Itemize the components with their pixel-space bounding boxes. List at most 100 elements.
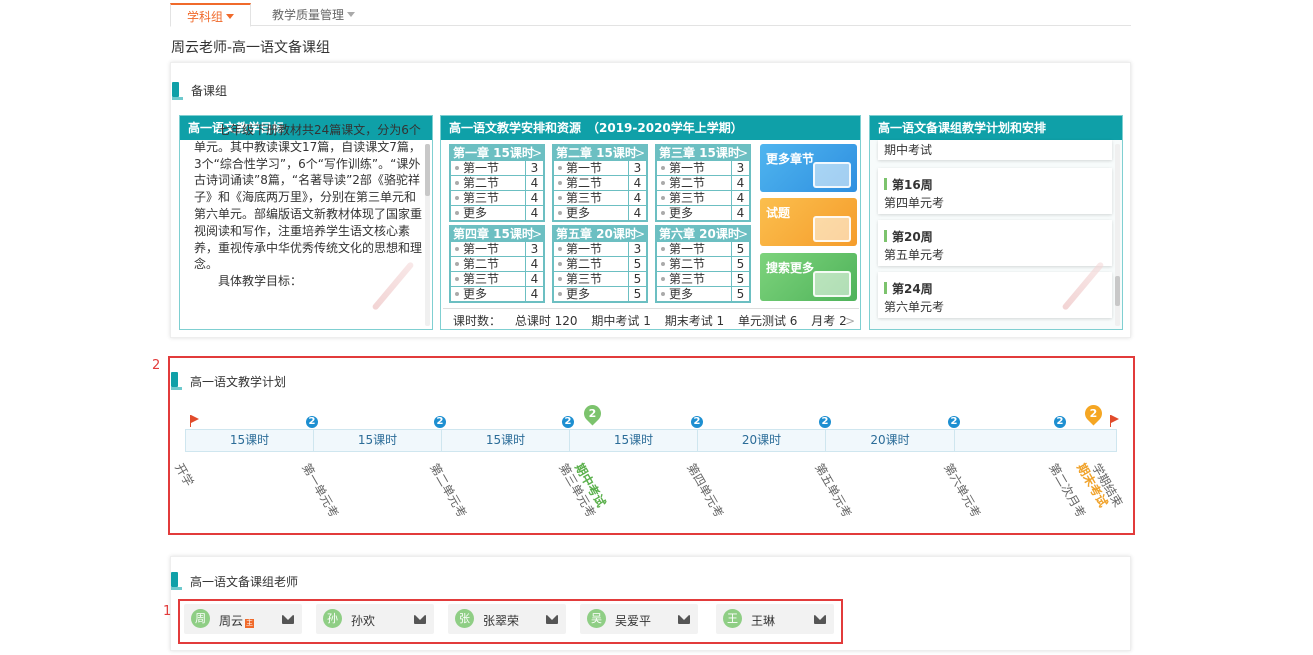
timeline-segment: 15课时 <box>186 430 314 451</box>
chapter-section-row[interactable]: 第三节 4 <box>451 191 543 205</box>
chapter-section-row[interactable]: 更多 5 <box>657 287 749 301</box>
bullet-icon <box>661 277 665 281</box>
chapter-section-row[interactable]: 第二节 4 <box>451 257 543 271</box>
mail-icon[interactable] <box>814 615 826 624</box>
plan-item[interactable]: 期中考试 <box>878 140 1112 160</box>
stats-label: 课时数： <box>453 314 502 328</box>
chapter-section-row[interactable]: 第一节 3 <box>657 161 749 175</box>
chevron-right-icon: > <box>634 227 645 241</box>
teacher-card[interactable]: 孙孙欢 <box>316 604 434 634</box>
teacher-card[interactable]: 王王琳 <box>716 604 834 634</box>
chapter-block[interactable]: 第二章 15课时 > 第一节 3 第二节 4 第三节 4 更多 4 <box>552 144 648 222</box>
goals-scrollbar[interactable] <box>425 144 430 326</box>
section-count: 3 <box>525 161 543 175</box>
section-count: 3 <box>731 161 749 175</box>
chapter-section-row[interactable]: 第三节 4 <box>554 191 646 205</box>
chapter-section-row[interactable]: 第三节 4 <box>451 272 543 286</box>
chevron-right-icon[interactable]: > <box>845 309 855 333</box>
bullet-icon <box>455 277 459 281</box>
section-count: 3 <box>525 242 543 256</box>
chapter-section-row[interactable]: 更多 4 <box>451 206 543 220</box>
section-name: 第三节 <box>566 272 603 286</box>
count-badge-icon[interactable]: 2 <box>691 416 703 428</box>
chapter-title[interactable]: 第六章 20课时 > <box>657 227 749 241</box>
chapter-block[interactable]: 第一章 15课时 > 第一节 3 第二节 4 第三节 4 更多 4 <box>449 144 545 222</box>
chapter-title[interactable]: 第三章 15课时 > <box>657 146 749 160</box>
section-count: 4 <box>525 272 543 286</box>
section-name: 第一节 <box>463 242 500 256</box>
chapter-section-row[interactable]: 第一节 3 <box>451 242 543 256</box>
count-badge-icon[interactable]: 2 <box>562 416 574 428</box>
section-count: 3 <box>628 161 646 175</box>
plan-scrollbar[interactable] <box>1115 144 1120 326</box>
search-more-tile[interactable]: 搜索更多 <box>760 253 857 301</box>
chapter-block[interactable]: 第六章 20课时 > 第一节 5 第二节 5 第三节 5 更多 5 <box>655 225 751 303</box>
chapter-section-row[interactable]: 第三节 5 <box>657 272 749 286</box>
section-count: 4 <box>525 287 543 301</box>
plan-item[interactable]: 第20周 第五单元考 <box>878 220 1112 266</box>
timeline-segment <box>955 430 1116 451</box>
mail-icon[interactable] <box>282 615 294 624</box>
chapter-section-row[interactable]: 第二节 5 <box>554 257 646 271</box>
chapter-section-row[interactable]: 第一节 3 <box>451 161 543 175</box>
mail-icon[interactable] <box>678 615 690 624</box>
chapter-section-row[interactable]: 第二节 5 <box>657 257 749 271</box>
timeline-segment: 15课时 <box>442 430 570 451</box>
count-badge-icon[interactable]: 2 <box>1054 416 1066 428</box>
chapter-title[interactable]: 第二章 15课时 > <box>554 146 646 160</box>
test-questions-tile[interactable]: 试题 <box>760 198 857 246</box>
chapter-block[interactable]: 第三章 15课时 > 第一节 3 第二节 4 第三节 4 更多 4 <box>655 144 751 222</box>
scroll-thumb[interactable] <box>1115 276 1120 306</box>
map-pin-icon[interactable]: 2 <box>580 401 605 426</box>
chapter-section-row[interactable]: 第二节 4 <box>451 176 543 190</box>
chevron-right-icon: > <box>531 227 542 241</box>
section-name: 第二节 <box>669 176 706 190</box>
teacher-name-text: 吴爱平 <box>615 614 652 628</box>
count-badge-icon[interactable]: 2 <box>306 416 318 428</box>
chapter-section-row[interactable]: 更多 5 <box>554 287 646 301</box>
count-badge-icon[interactable]: 2 <box>434 416 446 428</box>
notebook-icon <box>813 271 851 297</box>
teacher-card[interactable]: 张张翠荣 <box>448 604 566 634</box>
tab-subject-group[interactable]: 学科组 <box>170 3 252 27</box>
tile-label: 更多章节 <box>766 152 815 166</box>
count-badge-icon[interactable]: 2 <box>819 416 831 428</box>
chapter-block[interactable]: 第五章 20课时 > 第一节 3 第二节 5 第三节 5 更多 5 <box>552 225 648 303</box>
chapter-title[interactable]: 第四章 15课时 > <box>451 227 543 241</box>
chapter-title[interactable]: 第五章 20课时 > <box>554 227 646 241</box>
chapter-section-row[interactable]: 第一节 5 <box>657 242 749 256</box>
bullet-icon <box>558 277 562 281</box>
chapter-section-row[interactable]: 更多 4 <box>554 206 646 220</box>
chapter-section-row[interactable]: 更多 4 <box>451 287 543 301</box>
teacher-card[interactable]: 吴吴爱平 <box>580 604 698 634</box>
tab-quality-management[interactable]: 教学质量管理 <box>256 3 371 26</box>
section-name: 第一节 <box>463 161 500 175</box>
bullet-icon <box>661 196 665 200</box>
chapter-section-row[interactable]: 第三节 4 <box>657 191 749 205</box>
section-count: 4 <box>731 176 749 190</box>
count-badge-icon[interactable]: 2 <box>948 416 960 428</box>
chapter-section-row[interactable]: 更多 4 <box>657 206 749 220</box>
plan-item[interactable]: 第16周 第四单元考 <box>878 168 1112 214</box>
teacher-card[interactable]: 周周云主 <box>184 604 302 634</box>
bullet-icon <box>558 211 562 215</box>
bullet-icon <box>661 247 665 251</box>
chapter-section-row[interactable]: 第二节 4 <box>657 176 749 190</box>
mail-icon[interactable] <box>546 615 558 624</box>
chapter-block[interactable]: 第四章 15课时 > 第一节 3 第二节 4 第三节 4 更多 4 <box>449 225 545 303</box>
mail-icon[interactable] <box>414 615 426 624</box>
section-count: 4 <box>628 176 646 190</box>
chapter-section-row[interactable]: 第三节 5 <box>554 272 646 286</box>
bullet-icon <box>455 196 459 200</box>
map-pin-icon[interactable]: 2 <box>1081 401 1106 426</box>
chapter-section-row[interactable]: 第二节 4 <box>554 176 646 190</box>
section-title: 高一语文备课组老师 <box>190 575 299 589</box>
leader-tag-icon: 主 <box>245 619 255 628</box>
chapter-title[interactable]: 第一章 15课时 > <box>451 146 543 160</box>
chapter-section-row[interactable]: 第一节 3 <box>554 161 646 175</box>
more-chapters-tile[interactable]: 更多章节 <box>760 144 857 192</box>
section-name: 第二节 <box>566 176 603 190</box>
avatar: 吴 <box>587 609 606 628</box>
scroll-thumb[interactable] <box>425 144 430 196</box>
chapter-section-row[interactable]: 第一节 3 <box>554 242 646 256</box>
